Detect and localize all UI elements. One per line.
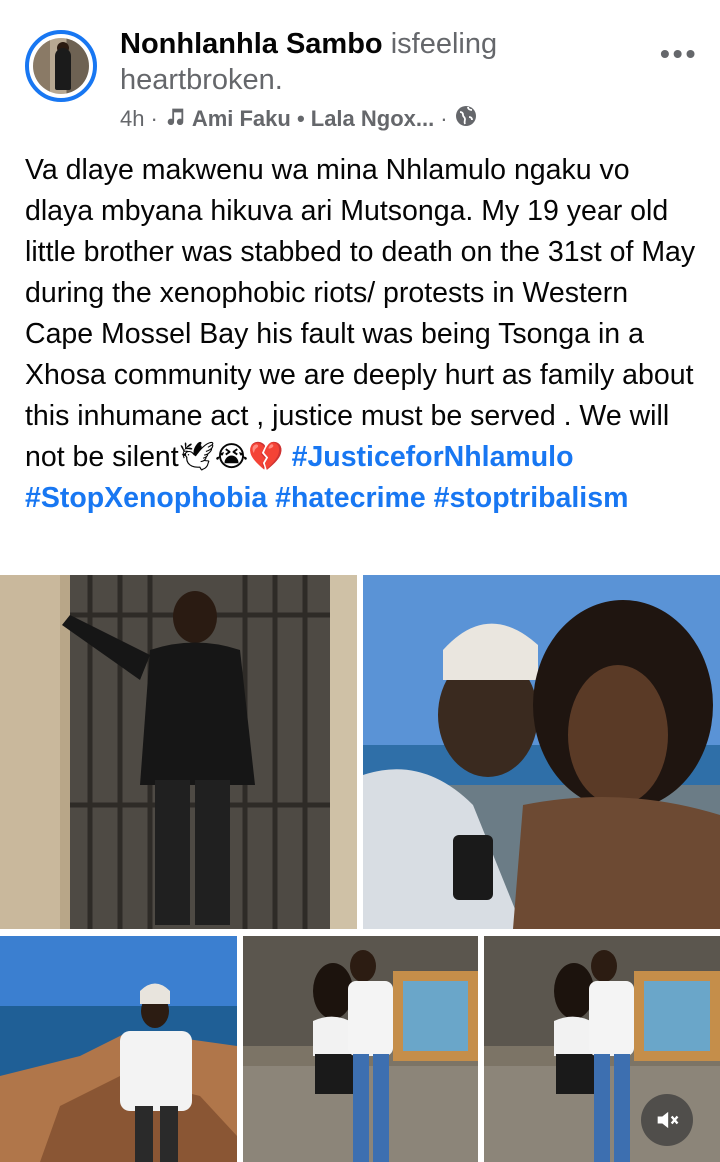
post-header: Nonhlanhla Sambo isfeeling heartbroken. … bbox=[0, 0, 720, 150]
post-meta: 4h · Ami Faku • Lala Ngox... · bbox=[120, 104, 478, 134]
avatar-photo bbox=[33, 38, 89, 94]
avatar[interactable] bbox=[25, 30, 97, 102]
hashtag-link[interactable]: #hatecrime bbox=[275, 482, 426, 514]
author-name[interactable]: Nonhlanhla Sambo bbox=[120, 28, 383, 60]
hashtag-link[interactable]: #JusticeforNhlamulo bbox=[292, 441, 574, 473]
post-body: Va dlaye makwenu wa mina Nhlamulo ngaku … bbox=[25, 154, 696, 473]
song-title[interactable]: Ami Faku • Lala Ngox... bbox=[192, 106, 434, 132]
photo-2[interactable] bbox=[363, 575, 720, 929]
feeling-word: feeling bbox=[411, 28, 498, 60]
music-note-icon bbox=[164, 105, 186, 133]
more-options-icon[interactable]: ••• bbox=[660, 38, 698, 70]
separator: · bbox=[150, 106, 158, 131]
hashtag-link[interactable]: #StopXenophobia bbox=[25, 482, 267, 514]
separator: · bbox=[440, 106, 448, 131]
feeling-value: heartbroken. bbox=[120, 64, 283, 96]
photo-4[interactable] bbox=[243, 936, 478, 1162]
globe-icon[interactable] bbox=[454, 104, 478, 134]
author-line: Nonhlanhla Sambo isfeeling heartbroken. bbox=[120, 26, 640, 98]
emojis: 🕊😭💔 bbox=[178, 441, 284, 473]
post-time[interactable]: 4h bbox=[120, 106, 144, 132]
hashtag-link[interactable]: #stoptribalism bbox=[434, 482, 629, 514]
photo-3[interactable] bbox=[0, 936, 237, 1162]
is-word: is bbox=[390, 28, 412, 60]
post-text: Va dlaye makwenu wa mina Nhlamulo ngaku … bbox=[25, 150, 700, 519]
mute-icon[interactable] bbox=[641, 1094, 693, 1146]
photo-1[interactable] bbox=[0, 575, 357, 929]
